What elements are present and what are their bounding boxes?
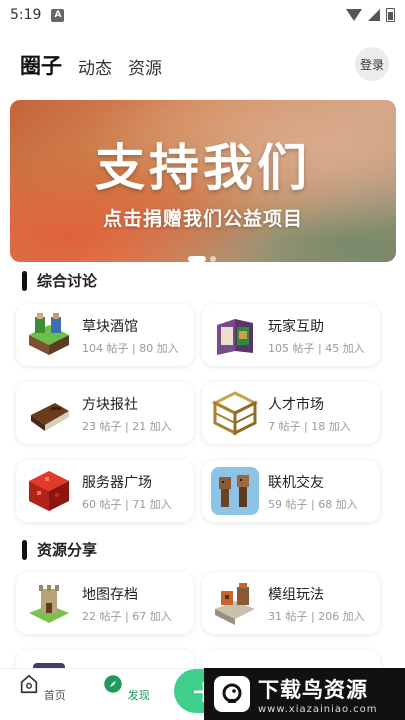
card-name: 服务器广场 xyxy=(82,475,152,491)
card-stats: 23 帖子 | 21 加入 xyxy=(82,420,172,433)
section-marker xyxy=(22,539,27,560)
section-title-text: 资源分享 xyxy=(37,541,98,559)
card-name: 玩家互助 xyxy=(268,319,324,335)
nav-home[interactable]: 首页 xyxy=(12,673,72,703)
tab-circle[interactable]: 圈子 xyxy=(20,50,62,80)
section-title-text: 综合讨论 xyxy=(37,272,98,290)
book-icon xyxy=(217,319,253,355)
nav-discover[interactable]: 发现 xyxy=(96,673,156,703)
circle-card-online-friends[interactable]: 联机交友 59 帖子 | 68 加入 xyxy=(202,460,380,522)
card-stats: 60 帖子 | 71 加入 xyxy=(82,498,172,511)
card-stats: 7 帖子 | 18 加入 xyxy=(268,420,351,433)
card-stats: 104 帖子 | 80 加入 xyxy=(82,342,179,355)
battery-icon xyxy=(386,8,395,22)
notification-badge-icon: A xyxy=(51,8,65,22)
banner-subtitle: 点击捐赠我们公益项目 xyxy=(102,208,303,230)
section-marker xyxy=(22,270,27,291)
circle-card-player-help[interactable]: 玩家互助 105 帖子 | 45 加入 xyxy=(202,304,380,366)
status-bar: 5:19 A xyxy=(0,0,405,30)
donation-banner[interactable]: 支持我们 点击捐赠我们公益项目 xyxy=(10,100,396,262)
tab-feed[interactable]: 动态 xyxy=(78,54,112,79)
watermark-text: 下载鸟资源 www.xiazainiao.com xyxy=(258,674,378,715)
card-name: 地图存档 xyxy=(82,587,138,603)
circle-card-grass-tavern[interactable]: 草块酒馆 104 帖子 | 80 加入 xyxy=(16,304,194,366)
section-title-resources: 资源分享 xyxy=(22,539,97,560)
partial-card-icon xyxy=(33,663,65,668)
wifi-icon xyxy=(346,9,362,21)
pagination-dot-active[interactable] xyxy=(188,256,206,262)
watermark-logo-icon xyxy=(214,676,250,712)
circle-card-partial[interactable] xyxy=(16,650,194,668)
circle-card-server-plaza[interactable]: 服务器广场 60 帖子 | 71 加入 xyxy=(16,460,194,522)
banner-pagination xyxy=(188,256,216,262)
card-name: 草块酒馆 xyxy=(82,319,138,335)
villagers-icon xyxy=(211,467,259,515)
section-title-discussion: 综合讨论 xyxy=(22,270,97,291)
card-stats: 31 帖子 | 206 加入 xyxy=(268,610,365,623)
card-stats: 22 帖子 | 67 加入 xyxy=(82,610,172,623)
status-icons xyxy=(346,8,395,22)
signal-icon xyxy=(368,9,380,21)
card-name: 方块报社 xyxy=(82,397,138,413)
brown-book-icon xyxy=(31,403,69,431)
card-name: 人才市场 xyxy=(268,397,324,413)
card-name: 联机交友 xyxy=(268,475,324,491)
pagination-dot[interactable] xyxy=(210,256,216,262)
scaffold-icon xyxy=(211,391,259,436)
castle-icon xyxy=(29,585,69,623)
card-name: 模组玩法 xyxy=(268,587,324,603)
circle-card-talent-market[interactable]: 人才市场 7 帖子 | 18 加入 xyxy=(202,382,380,444)
circle-card-map-saves[interactable]: 地图存档 22 帖子 | 67 加入 xyxy=(16,572,194,634)
login-button[interactable]: 登录 xyxy=(355,47,389,81)
home-icon xyxy=(21,674,38,694)
top-header: 圈子 动态 资源 登录 xyxy=(0,30,405,96)
compass-icon xyxy=(104,675,122,693)
circle-card-partial[interactable] xyxy=(202,650,380,668)
card-stats: 105 帖子 | 45 加入 xyxy=(268,342,365,355)
watermark-url: www.xiazainiao.com xyxy=(258,703,378,715)
nav-home-label: 首页 xyxy=(43,689,66,702)
circle-card-block-news[interactable]: 方块报社 23 帖子 | 21 加入 xyxy=(16,382,194,444)
watermark-title: 下载鸟资源 xyxy=(258,677,368,702)
workshop-icon xyxy=(215,583,255,625)
status-time: 5:19 xyxy=(10,7,42,23)
banner-title: 支持我们 xyxy=(95,139,311,197)
grass-tavern-icon xyxy=(29,313,69,355)
nav-discover-label: 发现 xyxy=(127,689,150,702)
tab-resources[interactable]: 资源 xyxy=(128,54,162,79)
circle-card-mod-gameplay[interactable]: 模组玩法 31 帖子 | 206 加入 xyxy=(202,572,380,634)
site-watermark: 下载鸟资源 www.xiazainiao.com xyxy=(204,668,405,720)
main-content: 支持我们 点击捐赠我们公益项目 综合讨论 草块酒馆 104 帖子 | 80 加入 xyxy=(0,96,405,668)
redstone-block-icon xyxy=(29,471,69,511)
card-stats: 59 帖子 | 68 加入 xyxy=(268,498,358,511)
